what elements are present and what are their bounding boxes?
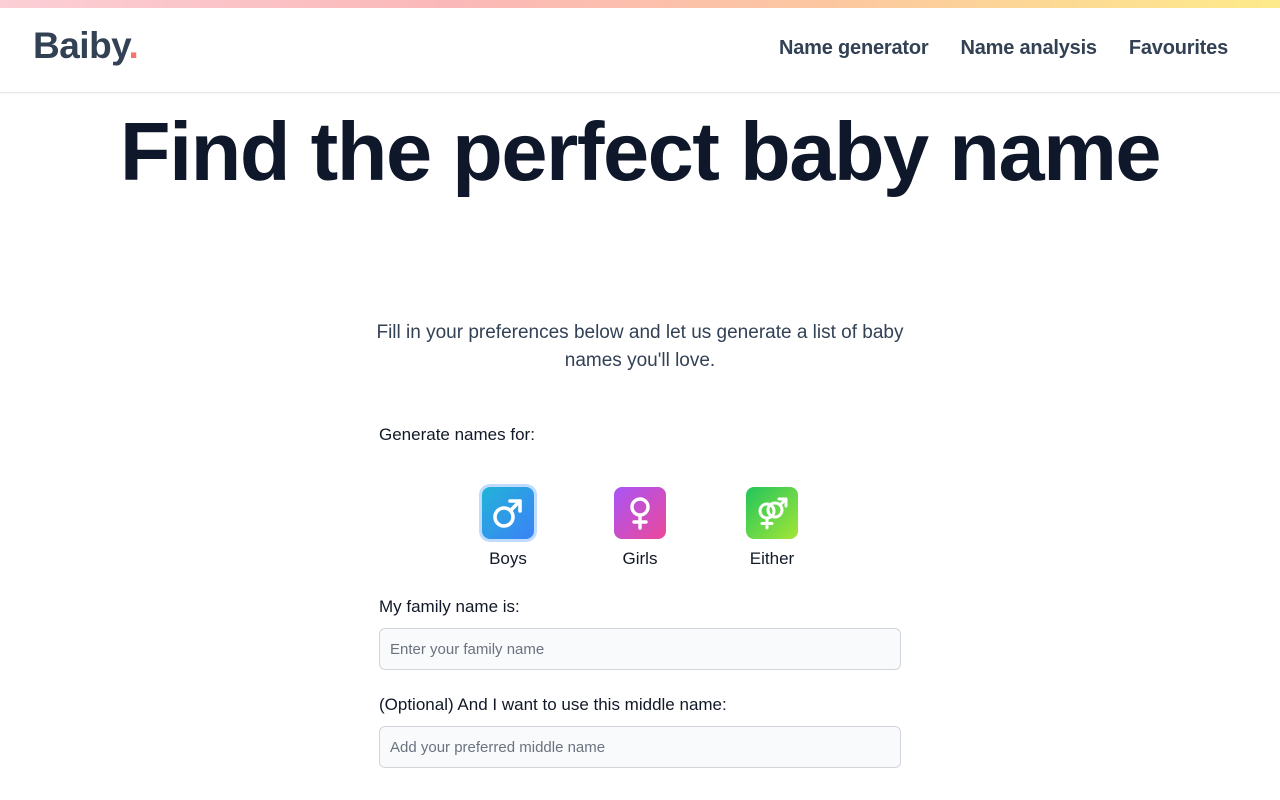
gender-options: Boys Girls Either bbox=[0, 487, 1280, 569]
brand-logo[interactable]: Baiby. bbox=[33, 25, 139, 67]
family-name-input[interactable] bbox=[379, 628, 901, 670]
female-icon bbox=[614, 487, 666, 539]
nav-name-analysis[interactable]: Name analysis bbox=[960, 37, 1097, 60]
page-title: Find the perfect baby name bbox=[119, 105, 1162, 198]
page-subtitle: Fill in your preferences below and let u… bbox=[376, 322, 904, 371]
gender-label: Generate names for: bbox=[379, 425, 535, 444]
gender-option-label: Boys bbox=[489, 549, 527, 568]
main-nav: Name generator Name analysis Favourites bbox=[779, 37, 1228, 60]
gender-option-label: Either bbox=[749, 549, 795, 568]
gender-option-either[interactable]: Either bbox=[706, 487, 838, 569]
nav-favourites[interactable]: Favourites bbox=[1129, 37, 1228, 60]
middle-name-label: (Optional) And I want to use this middle… bbox=[379, 695, 727, 714]
gender-option-boys[interactable]: Boys bbox=[442, 487, 574, 569]
gender-option-label: Girls bbox=[622, 549, 658, 568]
brand-name: Baiby bbox=[33, 25, 129, 66]
brand-dot: . bbox=[128, 25, 139, 66]
gender-option-girls[interactable]: Girls bbox=[574, 487, 706, 569]
nav-name-generator[interactable]: Name generator bbox=[779, 37, 929, 60]
top-gradient-strip bbox=[0, 0, 1280, 8]
site-header: Baiby. Name generator Name analysis Favo… bbox=[0, 8, 1280, 93]
family-name-label: My family name is: bbox=[379, 597, 520, 616]
gender-either-icon bbox=[746, 487, 798, 539]
middle-name-input[interactable] bbox=[379, 726, 901, 768]
male-icon bbox=[482, 487, 534, 539]
